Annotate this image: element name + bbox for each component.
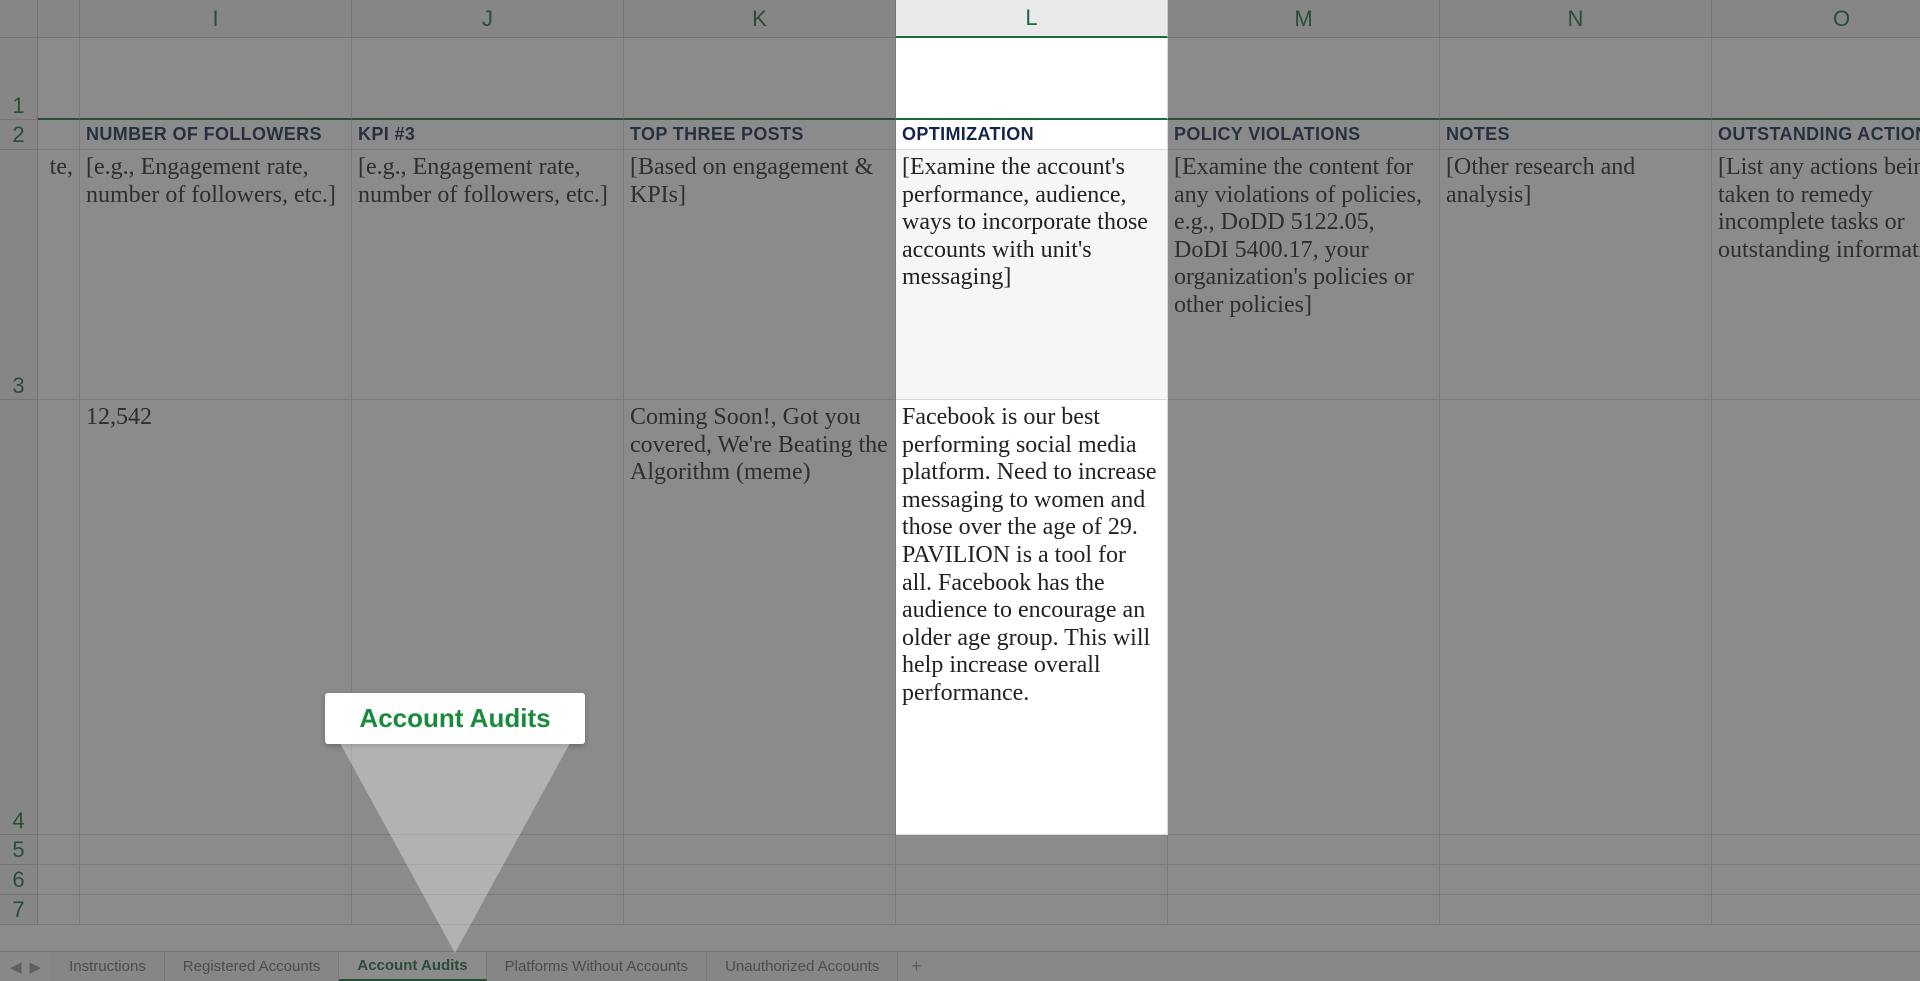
tab-nav-prev-icon[interactable]: ◀ xyxy=(10,958,22,976)
cell-K3[interactable]: [Based on engagement & KPIs] xyxy=(624,150,896,400)
cell-M1[interactable] xyxy=(1168,38,1440,120)
header-number-of-followers[interactable]: NUMBER OF FOLLOWERS xyxy=(80,120,352,150)
col-header-I[interactable]: I xyxy=(80,0,352,38)
row-header-6[interactable]: 6 xyxy=(0,865,38,895)
row-header-1[interactable]: 1 xyxy=(0,38,38,120)
callout-account-audits: Account Audits xyxy=(325,693,585,953)
cell-H4[interactable] xyxy=(38,400,80,835)
select-all-corner[interactable] xyxy=(0,0,38,38)
cell-K5[interactable] xyxy=(624,835,896,865)
tab-instructions[interactable]: Instructions xyxy=(51,952,165,981)
row-header-2[interactable]: 2 xyxy=(0,120,38,150)
header-optimization[interactable]: OPTIMIZATION xyxy=(896,120,1168,150)
cell-O5[interactable] xyxy=(1712,835,1920,865)
cell-N5[interactable] xyxy=(1440,835,1712,865)
cell-M6[interactable] xyxy=(1168,865,1440,895)
cell-I7[interactable] xyxy=(80,895,352,925)
header-outstanding-actions[interactable]: OUTSTANDING ACTIONS xyxy=(1712,120,1920,150)
cell-I6[interactable] xyxy=(80,865,352,895)
cell-N6[interactable] xyxy=(1440,865,1712,895)
cell-N4[interactable] xyxy=(1440,400,1712,835)
col-header-O[interactable]: O xyxy=(1712,0,1920,38)
header-kpi-3[interactable]: KPI #3 xyxy=(352,120,624,150)
cell-H5[interactable] xyxy=(38,835,80,865)
col-header-J[interactable]: J xyxy=(352,0,624,38)
cell-I3[interactable]: [e.g., Engagement rate, number of follow… xyxy=(80,150,352,400)
cell-L1[interactable] xyxy=(896,38,1168,120)
cell-K6[interactable] xyxy=(624,865,896,895)
cell-O3[interactable]: [List any actions being taken to remedy … xyxy=(1712,150,1920,400)
cell-K1[interactable] xyxy=(624,38,896,120)
tab-unauthorized-accounts[interactable]: Unauthorized Accounts xyxy=(707,952,898,981)
callout-arrow-icon xyxy=(340,743,570,953)
header-top-three-posts[interactable]: TOP THREE POSTS xyxy=(624,120,896,150)
cell-K7[interactable] xyxy=(624,895,896,925)
cell-H7[interactable] xyxy=(38,895,80,925)
col-header-M[interactable]: M xyxy=(1168,0,1440,38)
cell-I5[interactable] xyxy=(80,835,352,865)
cell-M4[interactable] xyxy=(1168,400,1440,835)
tab-nav-next-icon[interactable]: ▶ xyxy=(30,958,42,976)
cell-L3[interactable]: [Examine the account's performance, audi… xyxy=(896,150,1168,400)
header-policy-violations[interactable]: POLICY VIOLATIONS xyxy=(1168,120,1440,150)
cell-I1[interactable] xyxy=(80,38,352,120)
cell-L5[interactable] xyxy=(896,835,1168,865)
cell-J1[interactable] xyxy=(352,38,624,120)
add-sheet-button[interactable]: + xyxy=(898,952,934,981)
tab-registered-accounts[interactable]: Registered Accounts xyxy=(165,952,340,981)
row-header-4[interactable]: 4 xyxy=(0,400,38,835)
col-header-N[interactable]: N xyxy=(1440,0,1712,38)
cell-O6[interactable] xyxy=(1712,865,1920,895)
header-notes[interactable]: NOTES xyxy=(1440,120,1712,150)
cell-J3[interactable]: [e.g., Engagement rate, number of follow… xyxy=(352,150,624,400)
cell-N3[interactable]: [Other research and analysis] xyxy=(1440,150,1712,400)
tab-nav: ◀ ▶ xyxy=(0,952,51,981)
callout-label: Account Audits xyxy=(325,693,585,744)
cell-O7[interactable] xyxy=(1712,895,1920,925)
cell-M5[interactable] xyxy=(1168,835,1440,865)
cell-H2[interactable] xyxy=(38,120,80,150)
cell-L6[interactable] xyxy=(896,865,1168,895)
sheet-tab-bar: ◀ ▶ Instructions Registered Accounts Acc… xyxy=(0,951,1920,981)
cell-O4[interactable] xyxy=(1712,400,1920,835)
cell-K4[interactable]: Coming Soon!, Got you covered, We're Bea… xyxy=(624,400,896,835)
cell-N7[interactable] xyxy=(1440,895,1712,925)
cell-H1[interactable] xyxy=(38,38,80,120)
cell-I4[interactable]: 12,542 xyxy=(80,400,352,835)
cell-M3[interactable]: [Examine the content for any violations … xyxy=(1168,150,1440,400)
col-header-K[interactable]: K xyxy=(624,0,896,38)
row-header-7[interactable]: 7 xyxy=(0,895,38,925)
spreadsheet-grid: I J K L M N O 1 2 NUMBER OF FOLLOWERS KP… xyxy=(0,0,1920,951)
cell-H3[interactable]: te, xyxy=(38,150,80,400)
cell-L7[interactable] xyxy=(896,895,1168,925)
col-header-L[interactable]: L xyxy=(896,0,1168,38)
cell-L4[interactable]: Facebook is our best performing social m… xyxy=(896,400,1168,835)
cell-M7[interactable] xyxy=(1168,895,1440,925)
cell-N1[interactable] xyxy=(1440,38,1712,120)
row-header-5[interactable]: 5 xyxy=(0,835,38,865)
tab-account-audits[interactable]: Account Audits xyxy=(339,952,486,981)
col-header-H-partial[interactable] xyxy=(38,0,80,38)
cell-H6[interactable] xyxy=(38,865,80,895)
cell-O1[interactable] xyxy=(1712,38,1920,120)
tab-platforms-without-accounts[interactable]: Platforms Without Accounts xyxy=(487,952,707,981)
row-header-3[interactable]: 3 xyxy=(0,150,38,400)
